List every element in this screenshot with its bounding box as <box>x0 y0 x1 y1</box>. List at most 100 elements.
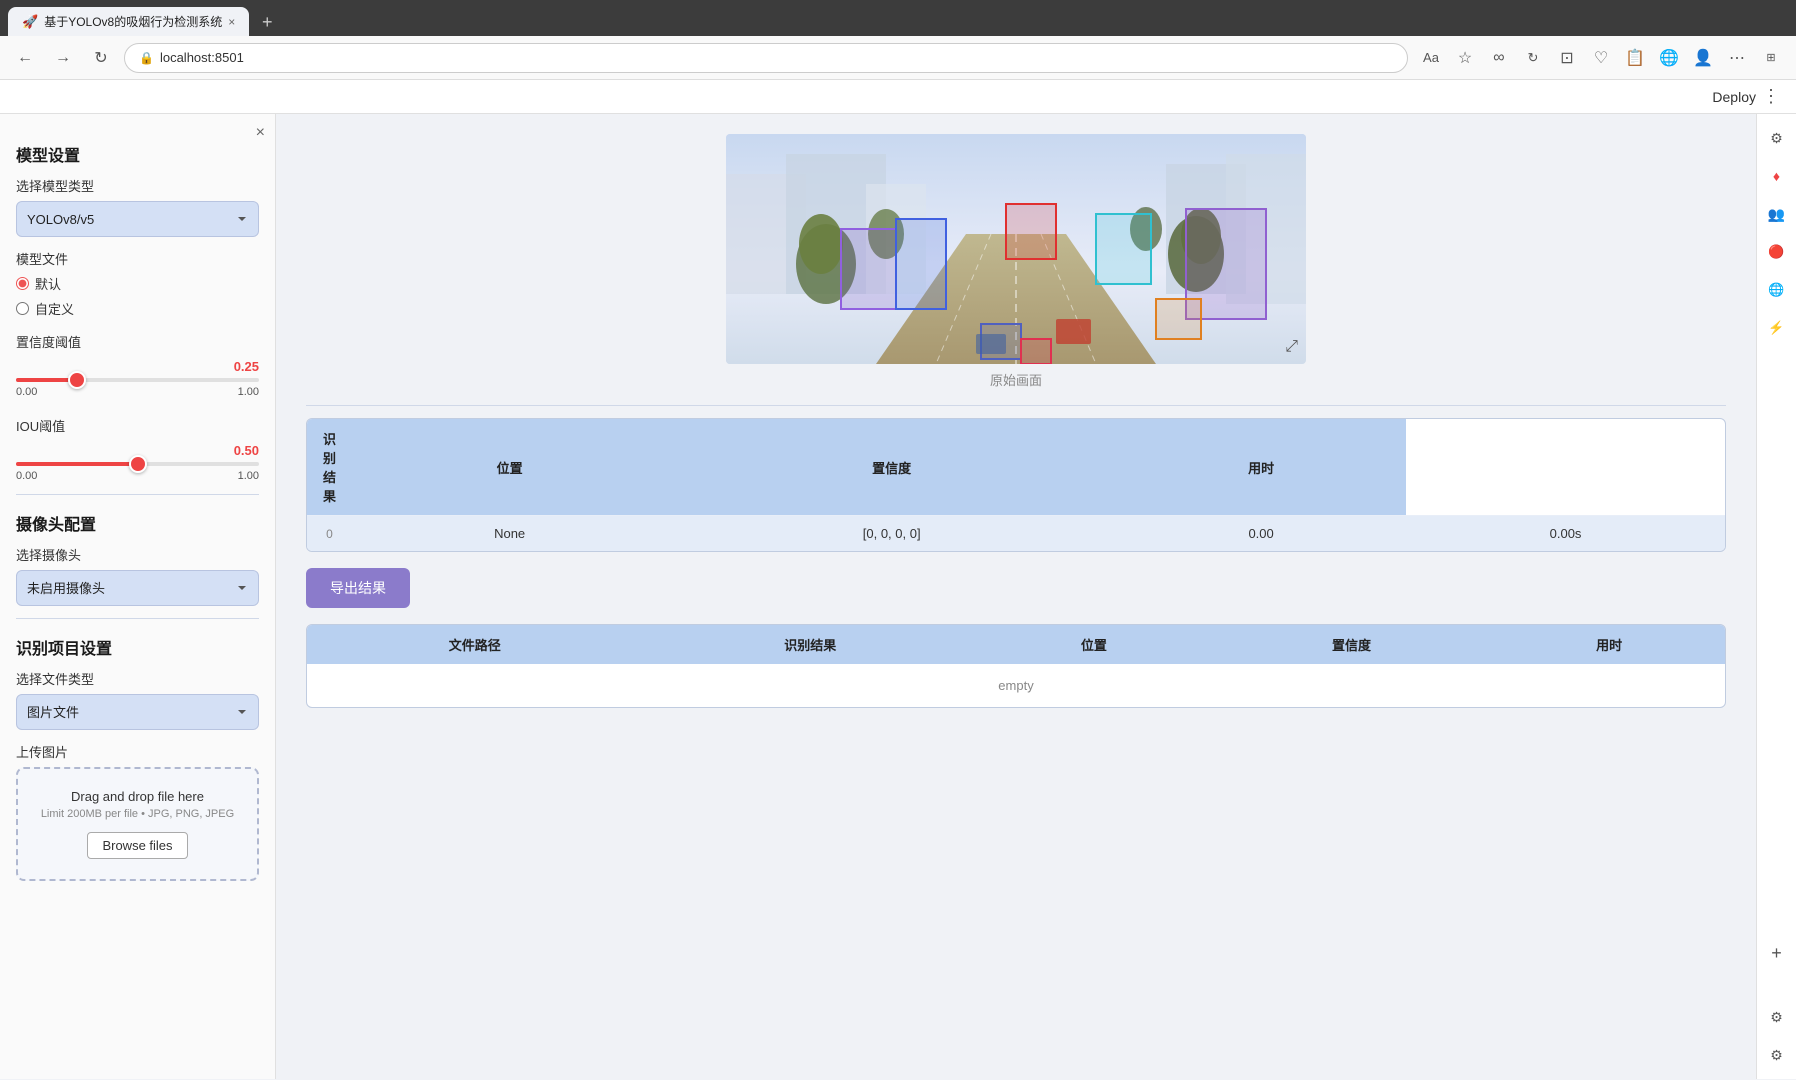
confidence-value: 0.25 <box>16 359 259 374</box>
radio-custom-item[interactable]: 自定义 <box>16 299 259 318</box>
model-file-label: 模型文件 <box>16 249 259 268</box>
col-header-confidence: 置信度 <box>667 419 1116 516</box>
batch-col-time: 用时 <box>1493 625 1725 664</box>
iou-label: IOU阈值 <box>16 416 259 435</box>
image-caption: 原始画面 <box>990 370 1042 389</box>
refresh-icon-btn[interactable]: ↻ <box>1518 43 1548 73</box>
batch-col-path: 文件路径 <box>307 625 643 664</box>
content-divider <box>306 405 1726 406</box>
model-file-radio-group: 默认 自定义 <box>16 274 259 318</box>
main-content: ⤢ 原始画面 识别结果 位置 置信度 用时 0 No <box>276 114 1756 1079</box>
row-confidence-cell: 0.00 <box>1116 516 1406 552</box>
tab-title: 基于YOLOv8的吸烟行为检测系统 <box>44 13 222 30</box>
confidence-slider-container: 0.25 0.00 1.00 <box>16 359 259 398</box>
iou-track <box>16 462 259 466</box>
radio-custom-input[interactable] <box>16 302 29 315</box>
app-container: × 模型设置 选择模型类型 YOLOv8/v5 模型文件 默认 自定义 置信度阈… <box>0 114 1796 1079</box>
sidebar: × 模型设置 选择模型类型 YOLOv8/v5 模型文件 默认 自定义 置信度阈… <box>0 114 276 1079</box>
image-wrapper: ⤢ <box>726 134 1306 364</box>
detection-image <box>726 134 1306 364</box>
camera-select[interactable]: 未启用摄像头 <box>16 570 259 606</box>
results-table-header-row: 识别结果 位置 置信度 用时 <box>307 419 1725 516</box>
road-scene-svg <box>726 134 1306 364</box>
col-header-result: 识别结果 <box>307 419 352 516</box>
camera-config-title: 摄像头配置 <box>16 511 259 535</box>
confidence-label: 置信度阈值 <box>16 332 259 351</box>
collections-button[interactable]: 📋 <box>1620 43 1650 73</box>
col-header-time: 用时 <box>1116 419 1406 516</box>
file-type-label: 选择文件类型 <box>16 669 259 688</box>
right-panel-settings-bottom[interactable]: ⚙ <box>1761 1001 1793 1033</box>
more-options-button[interactable]: ⋮ <box>1762 86 1780 107</box>
right-panel-bottom: + ⚙ ⚙ <box>1761 937 1793 1071</box>
right-panel-icon-1[interactable]: ♦ <box>1761 160 1793 192</box>
model-settings-title: 模型设置 <box>16 142 259 166</box>
batch-col-position: 位置 <box>978 625 1210 664</box>
url-text: localhost:8501 <box>160 50 244 65</box>
right-panel-icon-3[interactable]: 🔴 <box>1761 236 1793 268</box>
batch-empty-row: empty <box>307 664 1725 707</box>
export-section: 导出结果 <box>306 568 1726 608</box>
results-table-row: 0 None [0, 0, 0, 0] 0.00 0.00s <box>307 516 1725 552</box>
new-tab-button[interactable]: + <box>253 8 281 36</box>
settings-button[interactable]: ⋯ <box>1722 43 1752 73</box>
batch-col-result: 识别结果 <box>643 625 979 664</box>
upload-label: 上传图片 <box>16 742 259 761</box>
project-settings-title: 识别项目设置 <box>16 635 259 659</box>
forward-button[interactable]: → <box>48 43 78 73</box>
right-panel-icon-0[interactable]: ⚙ <box>1761 122 1793 154</box>
tab-bar: 🚀 基于YOLOv8的吸烟行为检测系统 × + <box>0 0 1796 36</box>
sidebar-toggle[interactable]: ⊞ <box>1756 43 1786 73</box>
profile-button[interactable]: 👤 <box>1688 43 1718 73</box>
sidebar-close-button[interactable]: × <box>256 124 265 142</box>
active-tab[interactable]: 🚀 基于YOLOv8的吸烟行为检测系统 × <box>8 7 249 36</box>
right-panel-icon-4[interactable]: 🌐 <box>1761 274 1793 306</box>
right-panel-icon-5[interactable]: ⚡ <box>1761 312 1793 344</box>
right-panel-add-icon[interactable]: + <box>1761 937 1793 969</box>
export-button[interactable]: 导出结果 <box>306 568 410 608</box>
reader-mode-button[interactable]: Aa <box>1416 43 1446 73</box>
model-type-select[interactable]: YOLOv8/v5 <box>16 201 259 237</box>
deploy-button[interactable]: Deploy <box>1712 89 1756 105</box>
copilot-button[interactable]: ∞ <box>1484 43 1514 73</box>
streamlit-header: Deploy ⋮ <box>0 80 1796 114</box>
batch-table-wrapper: 文件路径 识别结果 位置 置信度 用时 empty <box>306 624 1726 708</box>
bookmark-button[interactable]: ☆ <box>1450 43 1480 73</box>
favorites-button[interactable]: ♡ <box>1586 43 1616 73</box>
row-position-cell: [0, 0, 0, 0] <box>667 516 1116 552</box>
row-index-cell: 0 <box>307 516 352 552</box>
iou-fill <box>16 462 138 466</box>
batch-empty-cell: empty <box>307 664 1725 707</box>
radio-default-input[interactable] <box>16 277 29 290</box>
right-panel-settings-2[interactable]: ⚙ <box>1761 1039 1793 1071</box>
iou-slider-container: 0.50 0.00 1.00 <box>16 443 259 482</box>
model-type-label: 选择模型类型 <box>16 176 259 195</box>
results-table: 识别结果 位置 置信度 用时 0 None [0, 0, 0, 0] 0.00 … <box>307 419 1725 551</box>
row-result-cell: None <box>352 516 667 552</box>
file-type-select[interactable]: 图片文件 <box>16 694 259 730</box>
radio-default-item[interactable]: 默认 <box>16 274 259 293</box>
radio-default-label: 默认 <box>35 274 61 293</box>
upload-dropzone[interactable]: Drag and drop file here Limit 200MB per … <box>16 767 259 881</box>
navigation-bar: ← → ↻ 🔒 localhost:8501 Aa ☆ ∞ ↻ ⊡ ♡ 📋 🌐 … <box>0 36 1796 80</box>
back-button[interactable]: ← <box>10 43 40 73</box>
image-section: ⤢ 原始画面 <box>306 134 1726 389</box>
translate-button[interactable]: 🌐 <box>1654 43 1684 73</box>
nav-right-icons: Aa ☆ ∞ ↻ ⊡ ♡ 📋 🌐 👤 ⋯ ⊞ <box>1416 43 1786 73</box>
divider-2 <box>16 618 259 619</box>
tab-favicon: 🚀 <box>22 14 38 30</box>
batch-table-header-row: 文件路径 识别结果 位置 置信度 用时 <box>307 625 1725 664</box>
expand-icon[interactable]: ⤢ <box>1285 338 1298 356</box>
right-panel-icon-2[interactable]: 👥 <box>1761 198 1793 230</box>
tab-close-icon[interactable]: × <box>228 15 235 29</box>
right-panel: ⚙ ♦ 👥 🔴 🌐 ⚡ + ⚙ ⚙ <box>1756 114 1796 1079</box>
browse-files-button[interactable]: Browse files <box>87 832 187 859</box>
reload-button[interactable]: ↻ <box>86 43 116 73</box>
divider-1 <box>16 494 259 495</box>
batch-col-confidence: 置信度 <box>1210 625 1494 664</box>
address-bar[interactable]: 🔒 localhost:8501 <box>124 43 1408 73</box>
batch-table: 文件路径 识别结果 位置 置信度 用时 empty <box>307 625 1725 707</box>
split-view-button[interactable]: ⊡ <box>1552 43 1582 73</box>
confidence-track <box>16 378 259 382</box>
col-header-position: 位置 <box>352 419 667 516</box>
